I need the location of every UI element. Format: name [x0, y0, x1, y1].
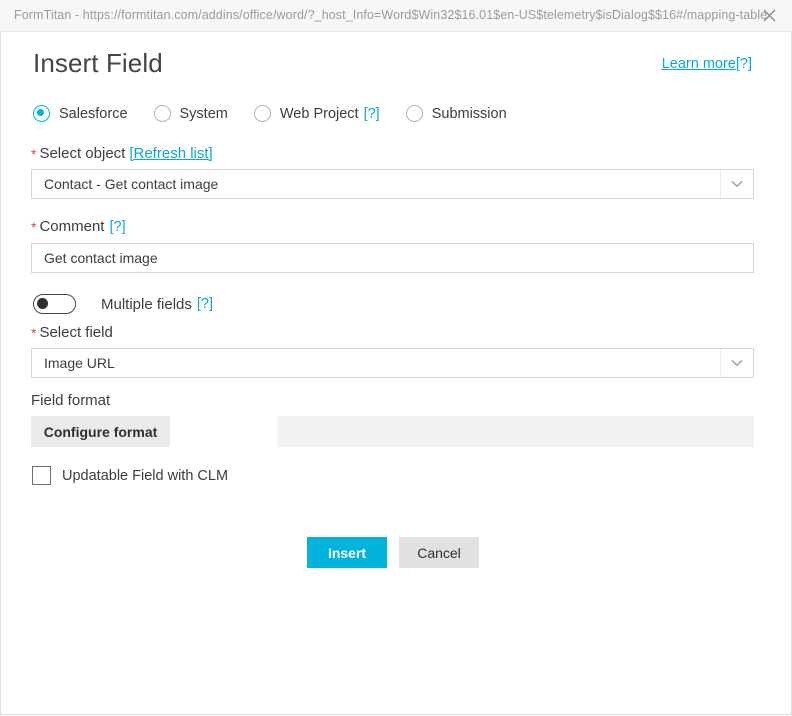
source-type-radio-group: Salesforce System Web Project [?] Submis… — [33, 105, 533, 122]
radio-web-project[interactable]: Web Project [?] — [253, 105, 380, 122]
required-marker: * — [31, 325, 37, 341]
radio-submission[interactable]: Submission — [405, 105, 507, 122]
dialog-content: Insert Field Learn more[?] Salesforce Sy… — [0, 32, 792, 715]
comment-label-text: Comment — [39, 218, 105, 235]
toggle-knob — [37, 298, 48, 309]
radio-circle-icon — [253, 105, 271, 122]
page-title: Insert Field — [33, 48, 163, 78]
chevron-down-icon[interactable] — [720, 349, 753, 377]
close-button[interactable] — [746, 0, 792, 31]
select-object-label-text: Select object — [39, 145, 126, 162]
select-object-dropdown[interactable]: Contact - Get contact image — [31, 169, 754, 199]
chevron-down-icon[interactable] — [720, 170, 753, 198]
comment-input[interactable]: Get contact image — [31, 243, 754, 273]
radio-circle-icon — [405, 105, 423, 122]
select-field-value: Image URL — [44, 355, 115, 371]
radio-circle-icon — [153, 105, 171, 122]
comment-hint-icon[interactable]: [?] — [109, 219, 125, 235]
field-format-label: Field format — [31, 392, 111, 409]
multiple-fields-row: Multiple fields [?] — [33, 294, 213, 314]
insert-button[interactable]: Insert — [307, 537, 387, 568]
select-field-dropdown[interactable]: Image URL — [31, 348, 754, 378]
multiple-fields-hint-icon[interactable]: [?] — [197, 296, 213, 312]
comment-label: * Comment [?] — [31, 218, 126, 235]
web-project-hint-icon[interactable]: [?] — [364, 106, 380, 122]
radio-circle-icon — [33, 105, 50, 122]
title-bar: FormTitan - https://formtitan.com/addins… — [0, 0, 792, 32]
select-field-label: * Select field — [31, 324, 113, 341]
refresh-list-link[interactable]: [Refresh list] — [129, 145, 212, 162]
radio-label-system: System — [179, 105, 228, 122]
select-object-value: Contact - Get contact image — [44, 176, 219, 192]
select-field-label-text: Select field — [39, 324, 113, 341]
field-format-preview[interactable] — [277, 416, 754, 447]
radio-label-salesforce: Salesforce — [59, 105, 128, 122]
required-marker: * — [31, 219, 37, 235]
updatable-field-checkbox-row[interactable]: Updatable Field with CLM — [32, 466, 228, 485]
dialog-window: FormTitan - https://formtitan.com/addins… — [0, 0, 792, 716]
configure-format-button[interactable]: Configure format — [31, 416, 170, 447]
multiple-fields-toggle[interactable] — [33, 294, 76, 314]
required-marker: * — [31, 146, 37, 162]
radio-label-web-project: Web Project — [279, 105, 359, 122]
select-object-label: * Select object [Refresh list] — [31, 145, 213, 162]
learn-more-hint: [?] — [735, 56, 752, 72]
radio-label-submission: Submission — [431, 105, 507, 122]
comment-value: Get contact image — [44, 250, 158, 266]
radio-system[interactable]: System — [153, 105, 228, 122]
cancel-button[interactable]: Cancel — [399, 537, 479, 568]
checkbox-icon[interactable] — [32, 466, 51, 485]
close-icon — [763, 9, 776, 22]
radio-salesforce[interactable]: Salesforce — [33, 105, 128, 122]
updatable-field-label: Updatable Field with CLM — [62, 467, 229, 484]
learn-more-label: Learn more — [661, 56, 736, 72]
window-title: FormTitan - https://formtitan.com/addins… — [14, 8, 768, 22]
multiple-fields-label: Multiple fields — [101, 295, 192, 313]
learn-more-link[interactable]: Learn more[?] — [662, 56, 752, 72]
